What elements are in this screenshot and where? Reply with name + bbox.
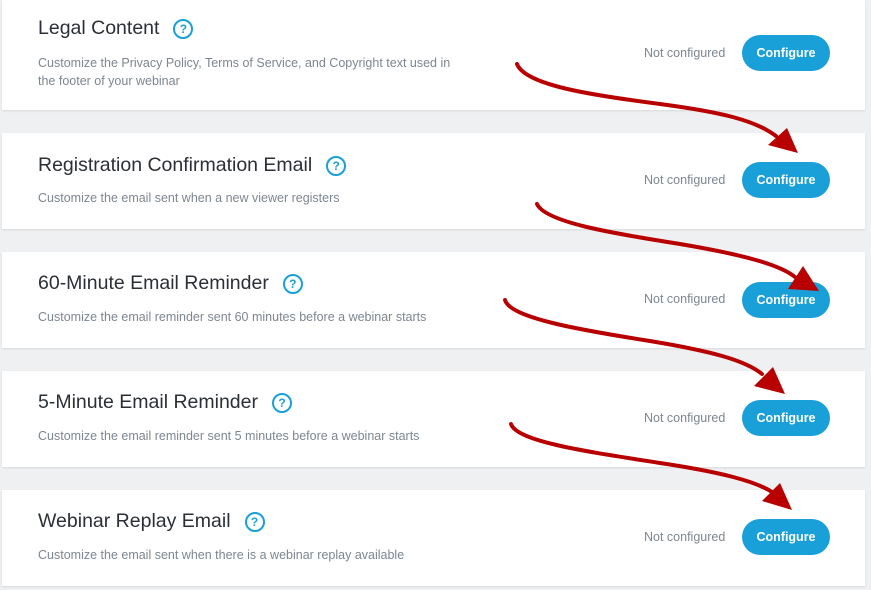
card-description-line: Customize the Privacy Policy, Terms of S… xyxy=(38,56,451,70)
card-title-text: 60-Minute Email Reminder xyxy=(38,272,269,294)
configure-button[interactable]: Configure xyxy=(742,162,830,198)
settings-card-webinar-replay-email: Webinar Replay Email ? Customize the ema… xyxy=(2,490,865,586)
status-text: Not configured xyxy=(644,173,726,187)
status-text: Not configured xyxy=(644,292,726,306)
card-title: Legal Content ? xyxy=(38,17,194,40)
card-title-text: Webinar Replay Email xyxy=(38,510,231,532)
card-description: Customize the email sent when there is a… xyxy=(38,546,404,564)
card-description: Customize the email sent when a new view… xyxy=(38,189,340,207)
card-description-line: Customize the email reminder sent 60 min… xyxy=(38,310,427,324)
card-description: Customize the Privacy Policy, Terms of S… xyxy=(38,54,450,90)
settings-card-5-minute-email-reminder: 5-Minute Email Reminder ? Customize the … xyxy=(2,371,865,467)
card-title: Registration Confirmation Email ? xyxy=(38,154,347,177)
settings-card-registration-confirmation-email: Registration Confirmation Email ? Custom… xyxy=(2,133,865,229)
card-title-text: Registration Confirmation Email xyxy=(38,154,313,176)
card-title: Webinar Replay Email ? xyxy=(38,510,265,533)
question-circle-icon[interactable]: ? xyxy=(173,18,194,39)
status-text: Not configured xyxy=(644,46,726,60)
card-description-line: Customize the email sent when there is a… xyxy=(38,548,405,562)
settings-card-legal-content: Legal Content ? Customize the Privacy Po… xyxy=(2,0,865,110)
card-description: Customize the email reminder sent 5 minu… xyxy=(38,427,419,445)
card-description: Customize the email reminder sent 60 min… xyxy=(38,308,426,326)
card-description-line: the footer of your webinar xyxy=(38,74,180,88)
settings-card-60-minute-email-reminder: 60-Minute Email Reminder ? Customize the… xyxy=(2,252,865,348)
card-title: 5-Minute Email Reminder ? xyxy=(38,391,292,414)
status-text: Not configured xyxy=(644,411,726,425)
card-description-line: Customize the email sent when a new view… xyxy=(38,191,340,205)
configure-button[interactable]: Configure xyxy=(742,519,830,555)
configure-button[interactable]: Configure xyxy=(742,282,830,318)
configure-button[interactable]: Configure xyxy=(742,35,830,71)
question-circle-icon[interactable]: ? xyxy=(326,155,347,176)
card-title: 60-Minute Email Reminder ? xyxy=(38,272,303,295)
status-text: Not configured xyxy=(644,530,726,544)
question-circle-icon[interactable]: ? xyxy=(244,511,265,532)
question-circle-icon[interactable]: ? xyxy=(272,392,292,413)
card-title-text: 5-Minute Email Reminder xyxy=(38,391,258,413)
card-description-line: Customize the email reminder sent 5 minu… xyxy=(38,429,420,443)
question-circle-icon[interactable]: ? xyxy=(282,273,303,294)
card-title-text: Legal Content xyxy=(38,17,160,39)
configure-button[interactable]: Configure xyxy=(742,400,830,436)
